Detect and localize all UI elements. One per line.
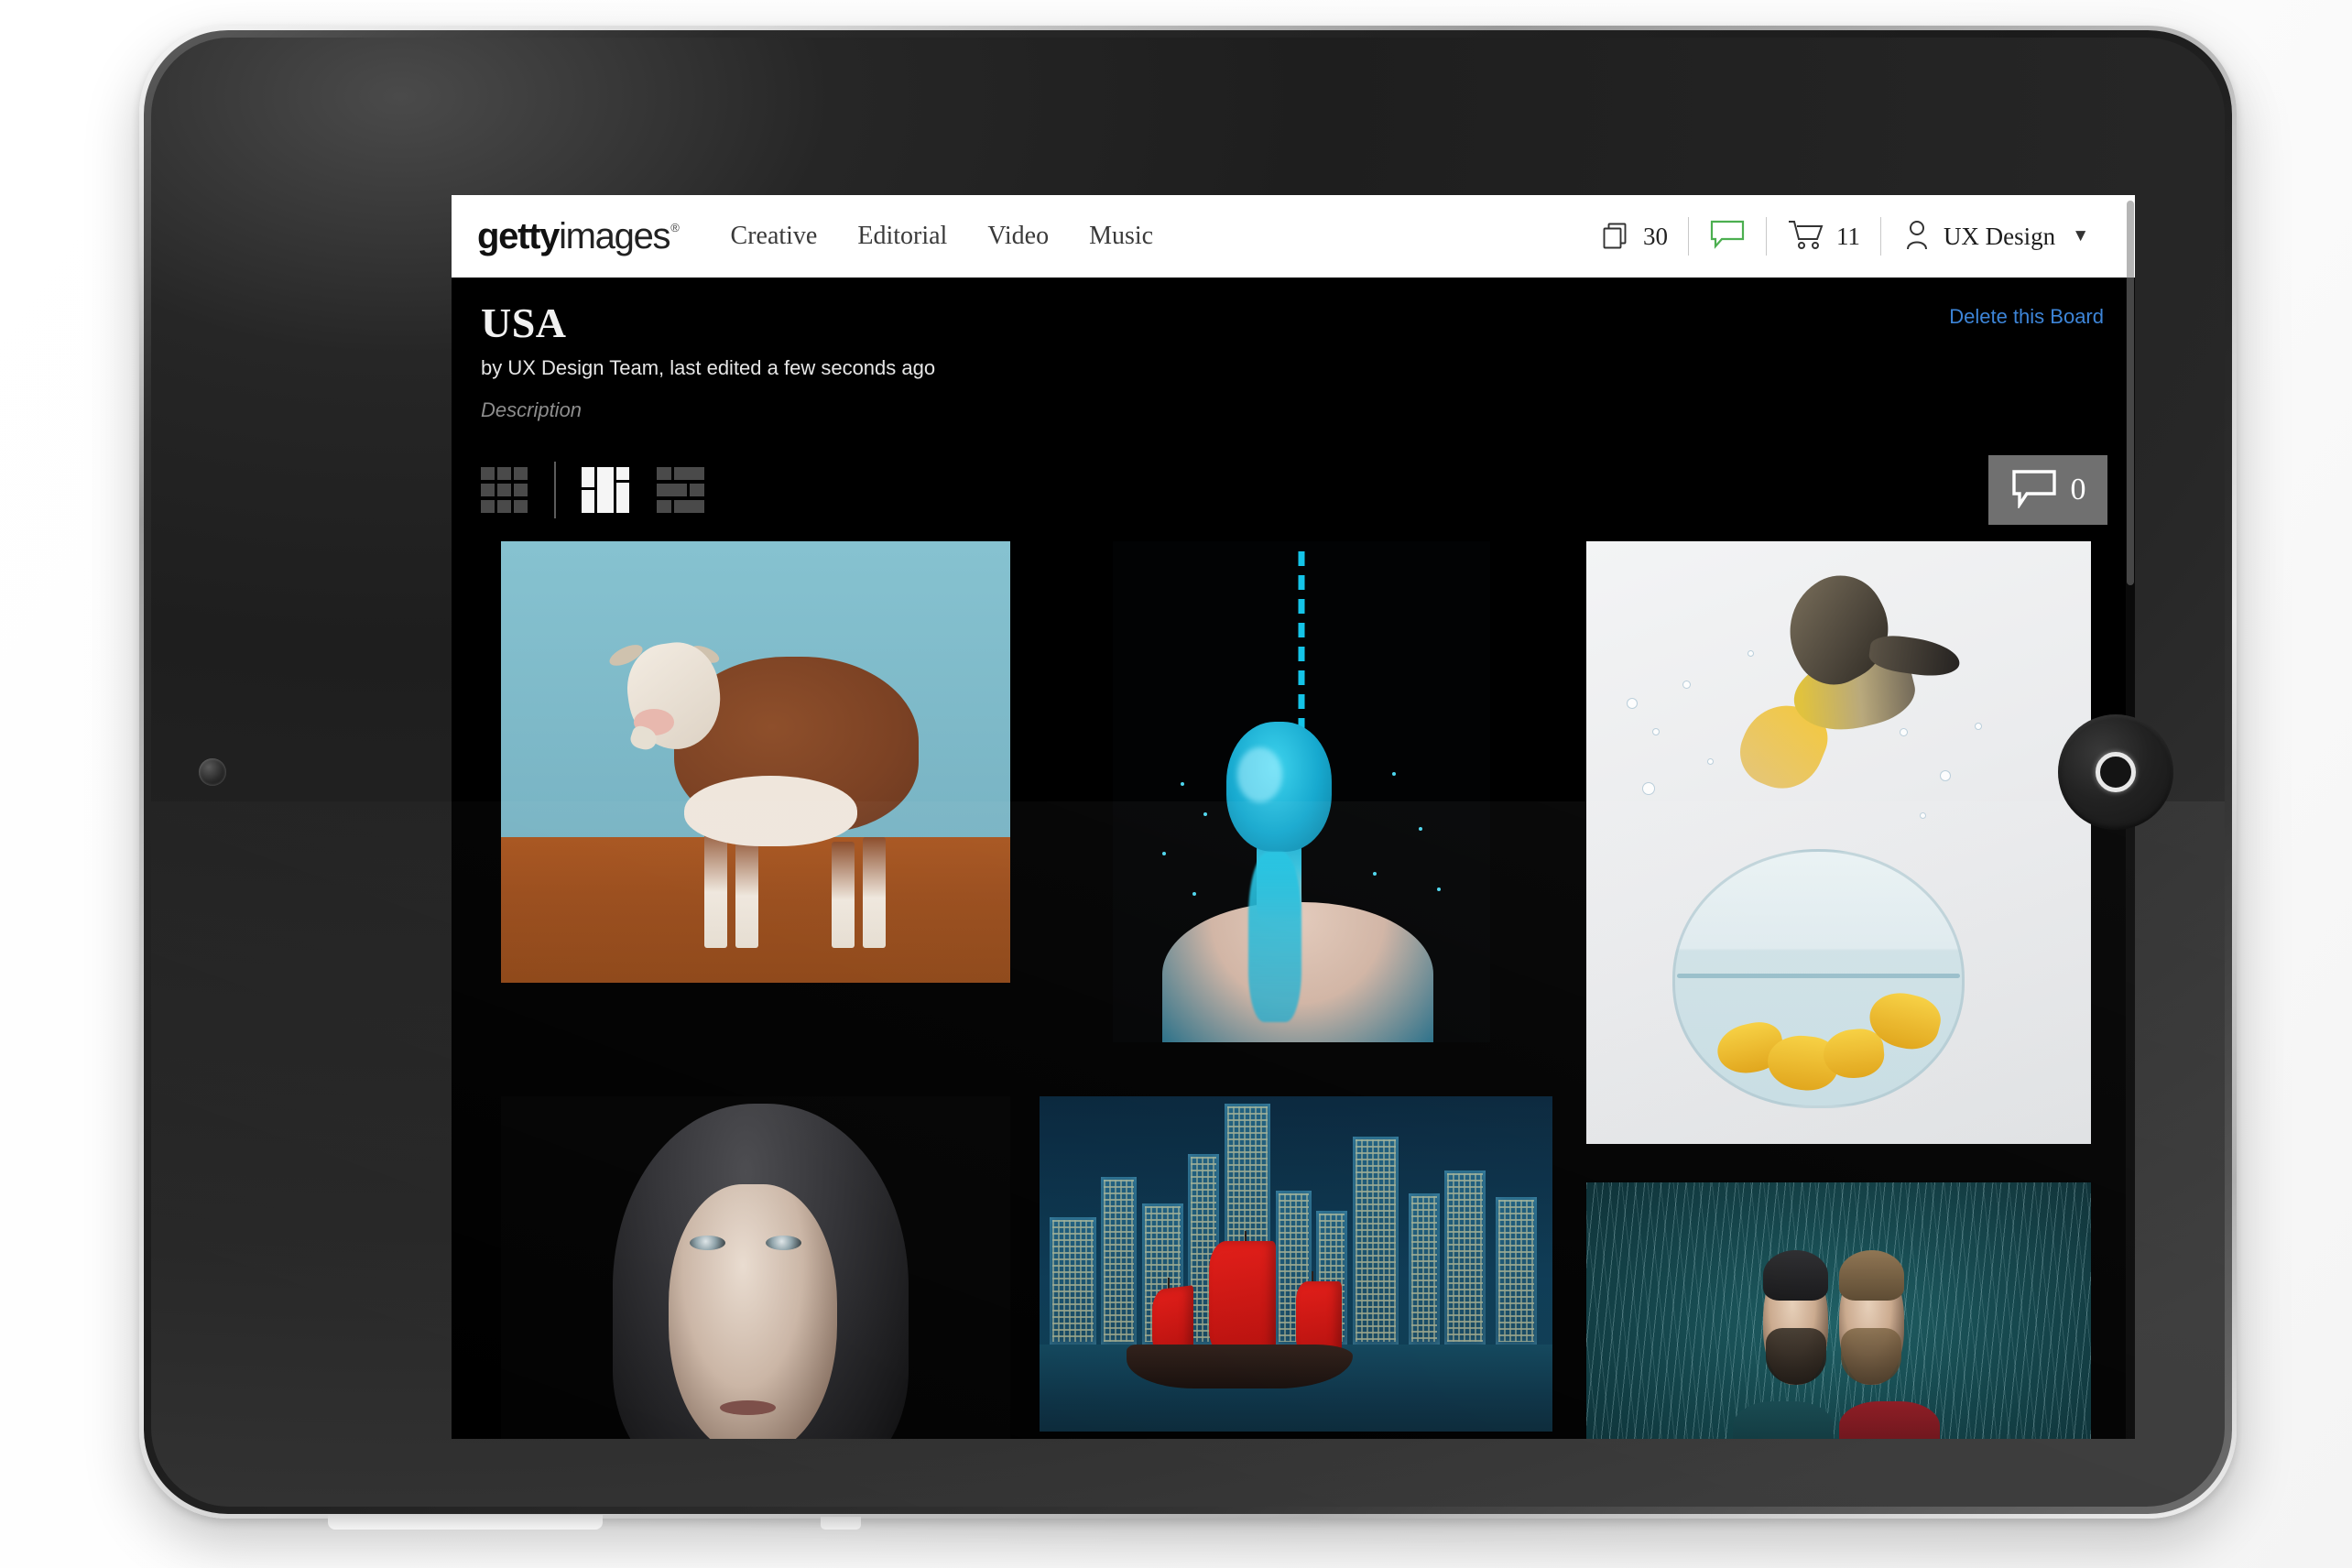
home-button[interactable] xyxy=(2058,714,2173,830)
skyscraper xyxy=(1409,1193,1440,1345)
person-hair xyxy=(1838,1249,1905,1301)
scrollbar-thumb[interactable] xyxy=(2127,201,2134,585)
page-title: USA xyxy=(481,299,567,346)
brick-layout-icon[interactable] xyxy=(657,467,704,514)
account-name: UX Design xyxy=(1943,222,2056,250)
tile-hijab[interactable] xyxy=(501,1096,1010,1439)
toolbar-divider xyxy=(554,462,556,519)
boards-count: 30 xyxy=(1642,222,1668,250)
red-sail xyxy=(1208,1240,1276,1356)
scene-backdrop: getty images ® Creative Editorial Video Mu… xyxy=(0,0,2352,1568)
cow-leg xyxy=(735,833,758,948)
water-bubble xyxy=(1707,758,1715,766)
layout-switcher xyxy=(481,462,704,519)
front-camera-icon xyxy=(199,758,226,786)
boards-button[interactable]: 30 xyxy=(1579,218,1688,256)
tile-junk[interactable] xyxy=(1040,1096,1552,1432)
tablet-chassis: getty images ® Creative Editorial Video Mu… xyxy=(144,30,2232,1514)
account-menu[interactable]: UX Design ▼ xyxy=(1881,218,2109,256)
grid-layout-icon[interactable] xyxy=(481,467,528,514)
board-description-placeholder[interactable]: Description xyxy=(481,398,2107,422)
person-beard xyxy=(1765,1328,1826,1385)
tablet-device: getty images ® Creative Editorial Video Mu… xyxy=(139,26,2237,1530)
header-utility-bar: 30 11 UX Design ▼ xyxy=(1579,217,2115,256)
paint-splash xyxy=(1373,872,1377,877)
comment-bubble-icon xyxy=(2010,468,2058,513)
water-bubble xyxy=(1919,812,1926,820)
person-beard xyxy=(1841,1328,1902,1385)
nav-item-creative[interactable]: Creative xyxy=(731,222,818,251)
delete-board-link[interactable]: Delete this Board xyxy=(1949,305,2104,329)
nav-item-editorial[interactable]: Editorial xyxy=(857,222,947,251)
skyscraper xyxy=(1496,1197,1538,1345)
speech-bubble-icon xyxy=(1709,219,1746,255)
logo-light-text: images xyxy=(559,215,670,256)
cow-leg xyxy=(704,823,728,948)
getty-images-logo[interactable]: getty images ® xyxy=(477,215,680,257)
portrait-highlight xyxy=(1236,746,1283,802)
tile-blue[interactable] xyxy=(1113,541,1490,1043)
nav-item-music[interactable]: Music xyxy=(1089,222,1153,251)
person-icon xyxy=(1901,218,1933,256)
home-button-ring-icon xyxy=(2096,752,2136,792)
main-navigation: Creative Editorial Video Music xyxy=(731,222,1154,251)
water-surface xyxy=(1677,974,1960,979)
skyscraper xyxy=(1101,1177,1138,1345)
device-foot xyxy=(328,1515,604,1530)
paint-splash xyxy=(1391,771,1396,776)
paint-splash xyxy=(1437,887,1442,891)
person-shoulder xyxy=(1732,1400,1834,1439)
water-bubble xyxy=(1939,770,1951,782)
logo-bold-text: getty xyxy=(477,215,560,256)
red-sail xyxy=(1296,1280,1343,1356)
skyscraper xyxy=(1352,1137,1399,1345)
water-bubble xyxy=(1682,680,1691,689)
cow-belly xyxy=(684,775,858,846)
board-toolbar: 0 xyxy=(452,446,2135,534)
registered-mark-icon: ® xyxy=(670,220,680,234)
paint-splash xyxy=(1418,827,1422,832)
skyscraper xyxy=(1444,1170,1486,1345)
paint-splash xyxy=(1203,811,1207,816)
comment-count: 0 xyxy=(2070,473,2086,507)
tile-cow[interactable] xyxy=(501,541,1010,984)
board-image-grid xyxy=(452,541,2135,1439)
paint-splash xyxy=(1161,852,1166,856)
shopping-cart-icon xyxy=(1787,218,1825,256)
person-shoulder xyxy=(1838,1400,1940,1439)
paint-drip xyxy=(1248,852,1301,1023)
tablet-screen-face: getty images ® Creative Editorial Video Mu… xyxy=(151,38,2225,1507)
water-bubble xyxy=(1627,698,1639,710)
notifications-button[interactable] xyxy=(1689,219,1766,255)
cow-leg xyxy=(832,842,855,948)
paint-splash xyxy=(1181,781,1185,786)
cart-button[interactable]: 11 xyxy=(1767,218,1880,256)
water-bubble xyxy=(1899,728,1908,737)
cow-leg xyxy=(862,837,886,948)
tile-kiss[interactable] xyxy=(1586,1182,2091,1439)
boards-icon xyxy=(1599,218,1632,256)
paint-stream xyxy=(1298,551,1305,733)
junk-boat-hull xyxy=(1127,1345,1353,1388)
paint-splash xyxy=(1192,892,1196,897)
water-bubble xyxy=(1975,722,1983,730)
nav-item-video[interactable]: Video xyxy=(987,222,1049,251)
board-header: USA by UX Design Team, last edited a few… xyxy=(452,278,2135,422)
browser-viewport: getty images ® Creative Editorial Video Mu… xyxy=(452,195,2135,1439)
chevron-down-icon: ▼ xyxy=(2072,226,2089,245)
water-bubble xyxy=(1651,728,1660,736)
device-port xyxy=(821,1517,862,1530)
water-bubble xyxy=(1641,782,1655,796)
water-bubble xyxy=(1748,649,1755,657)
skyscraper xyxy=(1050,1217,1096,1345)
mosaic-layout-icon[interactable] xyxy=(582,467,629,514)
tile-bowl[interactable] xyxy=(1586,541,2091,1145)
cart-count: 11 xyxy=(1835,222,1860,250)
board-comments-badge[interactable]: 0 xyxy=(1988,455,2107,526)
site-header: getty images ® Creative Editorial Video Mu… xyxy=(452,195,2135,278)
person-hair xyxy=(1762,1249,1829,1301)
board-byline: by UX Design Team, last edited a few sec… xyxy=(481,356,936,380)
